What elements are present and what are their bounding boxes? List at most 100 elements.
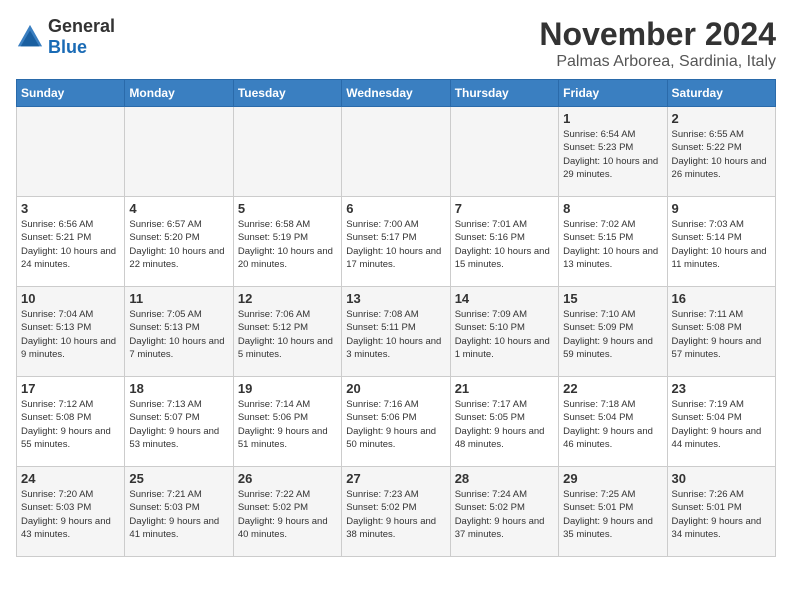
day-number: 19 xyxy=(238,381,337,396)
day-info: Sunrise: 7:24 AM Sunset: 5:02 PM Dayligh… xyxy=(455,488,554,541)
day-number: 14 xyxy=(455,291,554,306)
day-info: Sunrise: 7:05 AM Sunset: 5:13 PM Dayligh… xyxy=(129,308,228,361)
day-info: Sunrise: 7:20 AM Sunset: 5:03 PM Dayligh… xyxy=(21,488,120,541)
day-info: Sunrise: 7:26 AM Sunset: 5:01 PM Dayligh… xyxy=(672,488,771,541)
day-info: Sunrise: 7:17 AM Sunset: 5:05 PM Dayligh… xyxy=(455,398,554,451)
day-info: Sunrise: 7:02 AM Sunset: 5:15 PM Dayligh… xyxy=(563,218,662,271)
day-number: 8 xyxy=(563,201,662,216)
day-info: Sunrise: 7:08 AM Sunset: 5:11 PM Dayligh… xyxy=(346,308,445,361)
day-number: 29 xyxy=(563,471,662,486)
day-info: Sunrise: 6:56 AM Sunset: 5:21 PM Dayligh… xyxy=(21,218,120,271)
calendar-week-row: 17 Sunrise: 7:12 AM Sunset: 5:08 PM Dayli… xyxy=(17,377,776,467)
day-info: Sunrise: 7:12 AM Sunset: 5:08 PM Dayligh… xyxy=(21,398,120,451)
header: General Blue November 2024 Palmas Arbore… xyxy=(16,16,776,71)
day-info: Sunrise: 7:00 AM Sunset: 5:17 PM Dayligh… xyxy=(346,218,445,271)
logo-general-text: General xyxy=(48,16,115,36)
calendar-cell: 7 Sunrise: 7:01 AM Sunset: 5:16 PM Daylig… xyxy=(450,197,558,287)
day-info: Sunrise: 7:22 AM Sunset: 5:02 PM Dayligh… xyxy=(238,488,337,541)
calendar-cell: 18Sunrise: 7:13 AM Sunset: 5:07 PM Dayli… xyxy=(125,377,233,467)
calendar-cell: 5 Sunrise: 6:58 AM Sunset: 5:19 PM Daylig… xyxy=(233,197,341,287)
calendar-cell: 6Sunrise: 7:00 AM Sunset: 5:17 PM Daylig… xyxy=(342,197,450,287)
calendar-cell: 11 Sunrise: 7:05 AM Sunset: 5:13 PM Dayli… xyxy=(125,287,233,377)
day-number: 22 xyxy=(563,381,662,396)
day-info: Sunrise: 7:21 AM Sunset: 5:03 PM Dayligh… xyxy=(129,488,228,541)
calendar-week-row: 10 Sunrise: 7:04 AM Sunset: 5:13 PM Dayli… xyxy=(17,287,776,377)
day-number: 1 xyxy=(563,111,662,126)
month-title: November 2024 xyxy=(539,16,776,53)
day-info: Sunrise: 7:13 AM Sunset: 5:07 PM Dayligh… xyxy=(129,398,228,451)
calendar-header-row: SundayMondayTuesdayWednesdayThursdayFrid… xyxy=(17,80,776,107)
calendar-cell: 1 Sunrise: 6:54 AM Sunset: 5:23 PM Daylig… xyxy=(559,107,667,197)
day-info: Sunrise: 7:04 AM Sunset: 5:13 PM Dayligh… xyxy=(21,308,120,361)
weekday-header: Tuesday xyxy=(233,80,341,107)
calendar-cell xyxy=(450,107,558,197)
calendar-table: SundayMondayTuesdayWednesdayThursdayFrid… xyxy=(16,79,776,557)
day-info: Sunrise: 6:58 AM Sunset: 5:19 PM Dayligh… xyxy=(238,218,337,271)
calendar-cell: 29 Sunrise: 7:25 AM Sunset: 5:01 PM Dayli… xyxy=(559,467,667,557)
calendar-cell: 24 Sunrise: 7:20 AM Sunset: 5:03 PM Dayli… xyxy=(17,467,125,557)
day-number: 11 xyxy=(129,291,228,306)
day-number: 12 xyxy=(238,291,337,306)
logo-blue-text: Blue xyxy=(48,37,87,57)
calendar-week-row: 1 Sunrise: 6:54 AM Sunset: 5:23 PM Daylig… xyxy=(17,107,776,197)
day-number: 10 xyxy=(21,291,120,306)
location-title: Palmas Arborea, Sardinia, Italy xyxy=(539,53,776,71)
logo: General Blue xyxy=(16,16,115,58)
calendar-cell: 2 Sunrise: 6:55 AM Sunset: 5:22 PM Daylig… xyxy=(667,107,775,197)
calendar-cell xyxy=(233,107,341,197)
day-number: 17 xyxy=(21,381,120,396)
day-info: Sunrise: 6:54 AM Sunset: 5:23 PM Dayligh… xyxy=(563,128,662,181)
day-number: 30 xyxy=(672,471,771,486)
calendar-cell: 15 Sunrise: 7:10 AM Sunset: 5:09 PM Dayli… xyxy=(559,287,667,377)
day-info: Sunrise: 7:01 AM Sunset: 5:16 PM Dayligh… xyxy=(455,218,554,271)
calendar-cell: 28 Sunrise: 7:24 AM Sunset: 5:02 PM Dayli… xyxy=(450,467,558,557)
calendar-cell: 9Sunrise: 7:03 AM Sunset: 5:14 PM Daylig… xyxy=(667,197,775,287)
day-number: 26 xyxy=(238,471,337,486)
day-info: Sunrise: 7:25 AM Sunset: 5:01 PM Dayligh… xyxy=(563,488,662,541)
day-number: 20 xyxy=(346,381,445,396)
day-info: Sunrise: 7:06 AM Sunset: 5:12 PM Dayligh… xyxy=(238,308,337,361)
calendar-cell: 12 Sunrise: 7:06 AM Sunset: 5:12 PM Dayli… xyxy=(233,287,341,377)
day-number: 24 xyxy=(21,471,120,486)
day-info: Sunrise: 6:55 AM Sunset: 5:22 PM Dayligh… xyxy=(672,128,771,181)
day-number: 15 xyxy=(563,291,662,306)
calendar-cell: 17 Sunrise: 7:12 AM Sunset: 5:08 PM Dayli… xyxy=(17,377,125,467)
day-info: Sunrise: 6:57 AM Sunset: 5:20 PM Dayligh… xyxy=(129,218,228,271)
day-info: Sunrise: 7:23 AM Sunset: 5:02 PM Dayligh… xyxy=(346,488,445,541)
day-number: 16 xyxy=(672,291,771,306)
weekday-header: Wednesday xyxy=(342,80,450,107)
day-number: 5 xyxy=(238,201,337,216)
calendar-cell xyxy=(125,107,233,197)
calendar-cell: 4 Sunrise: 6:57 AM Sunset: 5:20 PM Daylig… xyxy=(125,197,233,287)
calendar-cell: 13Sunrise: 7:08 AM Sunset: 5:11 PM Dayli… xyxy=(342,287,450,377)
calendar-cell: 16 Sunrise: 7:11 AM Sunset: 5:08 PM Dayli… xyxy=(667,287,775,377)
calendar-cell: 27 Sunrise: 7:23 AM Sunset: 5:02 PM Dayli… xyxy=(342,467,450,557)
calendar-cell: 25Sunrise: 7:21 AM Sunset: 5:03 PM Dayli… xyxy=(125,467,233,557)
day-number: 27 xyxy=(346,471,445,486)
calendar-cell: 30 Sunrise: 7:26 AM Sunset: 5:01 PM Dayli… xyxy=(667,467,775,557)
day-number: 3 xyxy=(21,201,120,216)
calendar-cell: 21 Sunrise: 7:17 AM Sunset: 5:05 PM Dayli… xyxy=(450,377,558,467)
day-number: 21 xyxy=(455,381,554,396)
calendar-cell: 23 Sunrise: 7:19 AM Sunset: 5:04 PM Dayli… xyxy=(667,377,775,467)
calendar-cell: 22 Sunrise: 7:18 AM Sunset: 5:04 PM Dayli… xyxy=(559,377,667,467)
calendar-cell: 3 Sunrise: 6:56 AM Sunset: 5:21 PM Daylig… xyxy=(17,197,125,287)
day-info: Sunrise: 7:18 AM Sunset: 5:04 PM Dayligh… xyxy=(563,398,662,451)
day-info: Sunrise: 7:14 AM Sunset: 5:06 PM Dayligh… xyxy=(238,398,337,451)
day-number: 2 xyxy=(672,111,771,126)
day-info: Sunrise: 7:11 AM Sunset: 5:08 PM Dayligh… xyxy=(672,308,771,361)
day-info: Sunrise: 7:16 AM Sunset: 5:06 PM Dayligh… xyxy=(346,398,445,451)
day-info: Sunrise: 7:10 AM Sunset: 5:09 PM Dayligh… xyxy=(563,308,662,361)
day-number: 4 xyxy=(129,201,228,216)
title-area: November 2024 Palmas Arborea, Sardinia, … xyxy=(539,16,776,71)
calendar-week-row: 24 Sunrise: 7:20 AM Sunset: 5:03 PM Dayli… xyxy=(17,467,776,557)
day-number: 7 xyxy=(455,201,554,216)
day-info: Sunrise: 7:09 AM Sunset: 5:10 PM Dayligh… xyxy=(455,308,554,361)
weekday-header: Friday xyxy=(559,80,667,107)
calendar-body: 1 Sunrise: 6:54 AM Sunset: 5:23 PM Daylig… xyxy=(17,107,776,557)
day-number: 28 xyxy=(455,471,554,486)
calendar-cell: 8 Sunrise: 7:02 AM Sunset: 5:15 PM Daylig… xyxy=(559,197,667,287)
weekday-header: Thursday xyxy=(450,80,558,107)
day-info: Sunrise: 7:19 AM Sunset: 5:04 PM Dayligh… xyxy=(672,398,771,451)
day-number: 23 xyxy=(672,381,771,396)
